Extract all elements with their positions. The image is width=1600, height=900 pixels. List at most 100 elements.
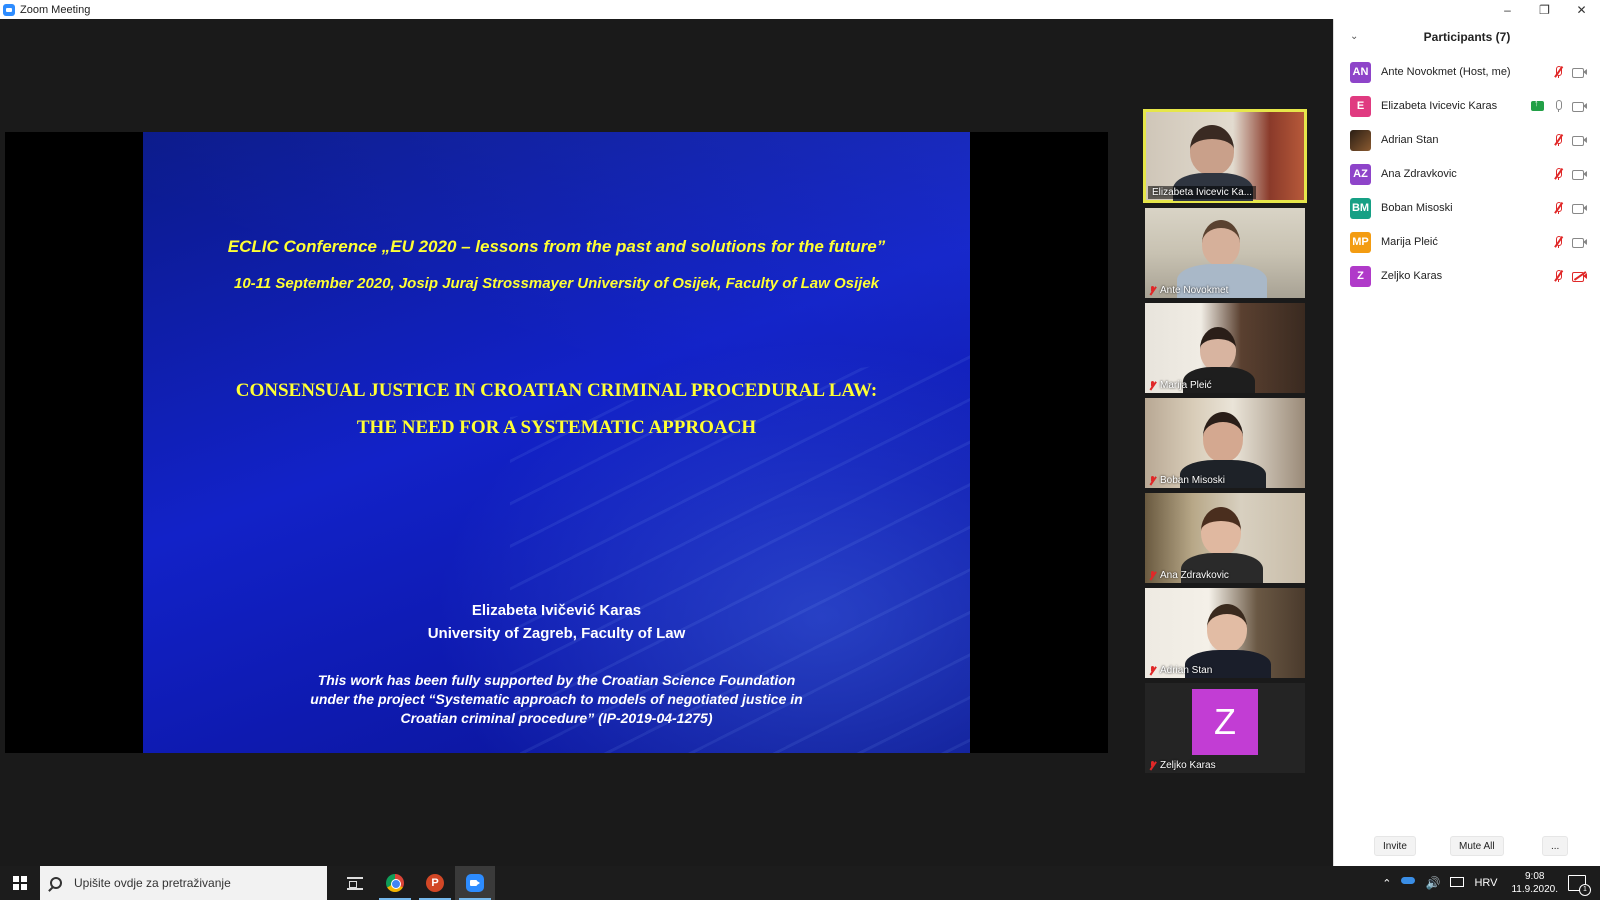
windows-taskbar: Upišite ovdje za pretraživanje P ⌃ 🔊 HRV… (0, 866, 1600, 900)
muted-mic-icon[interactable] (1552, 167, 1564, 181)
invite-button[interactable]: Invite (1374, 836, 1416, 856)
minimize-button[interactable]: – (1489, 0, 1526, 19)
network-icon[interactable] (1450, 877, 1465, 889)
video-tile-name: Ana Zdravkovic (1160, 570, 1229, 581)
muted-mic-icon (1148, 665, 1157, 676)
presentation-slide: ECLIC Conference „EU 2020 – lessons from… (143, 132, 970, 753)
participants-list: AN Ante Novokmet (Host, me) E Elizabeta … (1334, 55, 1600, 293)
muted-mic-icon (1148, 380, 1157, 391)
clock-date: 11.9.2020. (1511, 884, 1558, 895)
slide-author: Elizabeta Ivičević Karas (471, 602, 642, 619)
participant-row[interactable]: Adrian Stan (1334, 123, 1600, 157)
speaker-icon[interactable]: 🔊 (1425, 876, 1440, 890)
chevron-up-icon[interactable]: ⌃ (1382, 877, 1391, 890)
search-icon (50, 877, 62, 889)
title-bar: Zoom Meeting – ❐ ✕ (0, 0, 1600, 19)
participant-row[interactable]: E Elizabeta Ivicevic Karas (1334, 89, 1600, 123)
slide-paper-title-line1: CONSENSUAL JUSTICE IN CROATIAN CRIMINAL … (235, 380, 878, 401)
participant-row[interactable]: MP Marija Pleić (1334, 225, 1600, 259)
window-title: Zoom Meeting (20, 3, 91, 16)
participant-row[interactable]: BM Boban Misoski (1334, 191, 1600, 225)
system-clock[interactable]: 9:08 11.9.2020. (1511, 870, 1558, 896)
muted-mic-icon[interactable] (1552, 269, 1564, 283)
participant-name: Marija Pleić (1381, 236, 1438, 248)
powerpoint-taskbar-button[interactable]: P (415, 866, 455, 900)
slide-support-line2: under the project “Systematic approach t… (310, 691, 803, 707)
video-camera-icon[interactable] (1572, 67, 1588, 78)
video-tile[interactable]: Ante Novokmet (1145, 208, 1305, 298)
video-tile[interactable]: Adrian Stan (1145, 588, 1305, 678)
participant-name: Elizabeta Ivicevic Karas (1381, 100, 1498, 112)
task-view-button[interactable] (335, 866, 375, 900)
participant-avatar: BM (1350, 197, 1371, 219)
video-tile[interactable]: Z Zeljko Karas (1145, 683, 1305, 773)
video-camera-icon[interactable] (1572, 203, 1588, 214)
video-tile[interactable]: Ana Zdravkovic (1145, 493, 1305, 583)
start-button[interactable] (0, 866, 40, 900)
slide-paper-title-line2: THE NEED FOR A SYSTEMATIC APPROACH (356, 417, 757, 438)
onedrive-icon[interactable] (1401, 877, 1416, 889)
participant-video-face (1207, 604, 1247, 652)
mute-all-button[interactable]: Mute All (1450, 836, 1504, 856)
chevron-down-icon[interactable]: ⌄ (1350, 31, 1358, 42)
taskbar-search[interactable]: Upišite ovdje za pretraživanje (40, 866, 327, 900)
slide-conference-date: 10-11 September 2020, Josip Juraj Stross… (234, 275, 879, 292)
participants-header: ⌄ Participants (7) (1334, 19, 1600, 55)
task-view-icon (347, 876, 363, 890)
muted-mic-icon[interactable] (1552, 133, 1564, 147)
participant-video-face (1200, 327, 1236, 371)
participant-row[interactable]: Z Zeljko Karas (1334, 259, 1600, 293)
muted-mic-icon[interactable] (1552, 235, 1564, 249)
notification-icon[interactable] (1568, 875, 1591, 896)
powerpoint-icon: P (426, 874, 444, 892)
mic-icon[interactable] (1552, 99, 1564, 113)
participants-footer: Invite Mute All ... (1334, 836, 1600, 858)
video-tile-name: Adrian Stan (1160, 665, 1213, 676)
participant-avatar: Z (1350, 265, 1371, 287)
participants-title: Participants (7) (1423, 30, 1511, 44)
chrome-icon (386, 874, 404, 892)
slide-support-line1: This work has been fully supported by th… (317, 672, 796, 688)
close-button[interactable]: ✕ (1563, 0, 1600, 19)
video-camera-icon[interactable] (1572, 101, 1588, 112)
participant-name: Zeljko Karas (1381, 270, 1443, 282)
restore-button[interactable]: ❐ (1526, 0, 1563, 19)
video-camera-icon[interactable] (1572, 135, 1588, 146)
video-camera-icon[interactable] (1572, 169, 1588, 180)
video-camera-icon[interactable] (1572, 237, 1588, 248)
video-off-icon[interactable] (1572, 271, 1588, 282)
participant-avatar: AZ (1350, 163, 1371, 185)
slide-support-line3: Croatian criminal procedure” (IP-2019-04… (400, 710, 713, 726)
slide-conference-title: ECLIC Conference „EU 2020 – lessons from… (227, 237, 886, 256)
chrome-taskbar-button[interactable] (375, 866, 415, 900)
participant-name: Adrian Stan (1381, 134, 1439, 146)
video-tile-name: Ante Novokmet (1160, 285, 1229, 296)
slide-affiliation: University of Zagreb, Faculty of Law (427, 625, 686, 642)
input-language[interactable]: HRV (1474, 877, 1497, 889)
window-controls: – ❐ ✕ (1489, 0, 1600, 19)
video-tile[interactable]: Boban Misoski (1145, 398, 1305, 488)
participant-avatar: MP (1350, 231, 1371, 253)
zoom-app-icon (3, 3, 15, 16)
zoom-taskbar-button[interactable] (455, 866, 495, 900)
participant-row[interactable]: AN Ante Novokmet (Host, me) (1334, 55, 1600, 89)
video-tile[interactable]: Marija Pleić (1145, 303, 1305, 393)
participant-avatar (1350, 129, 1371, 151)
muted-mic-icon[interactable] (1552, 201, 1564, 215)
screen-share-area[interactable]: ECLIC Conference „EU 2020 – lessons from… (5, 132, 1108, 753)
participant-name: Ante Novokmet (Host, me) (1381, 66, 1511, 78)
system-tray: ⌃ 🔊 HRV 9:08 11.9.2020. (1376, 866, 1600, 900)
participant-name: Ana Zdravkovic (1381, 168, 1457, 180)
windows-logo-icon (13, 876, 27, 890)
muted-mic-icon (1148, 285, 1157, 296)
participant-video-face (1201, 507, 1241, 555)
participant-video-face (1203, 412, 1243, 462)
participant-row[interactable]: AZ Ana Zdravkovic (1334, 157, 1600, 191)
video-tile[interactable]: Elizabeta Ivicevic Ka... (1143, 109, 1307, 203)
participant-avatar: Z (1192, 689, 1258, 755)
participant-avatar: AN (1350, 61, 1371, 83)
more-options-button[interactable]: ... (1542, 836, 1569, 856)
muted-mic-icon[interactable] (1552, 65, 1564, 79)
participant-avatar: E (1350, 95, 1371, 117)
muted-mic-icon (1148, 475, 1157, 486)
